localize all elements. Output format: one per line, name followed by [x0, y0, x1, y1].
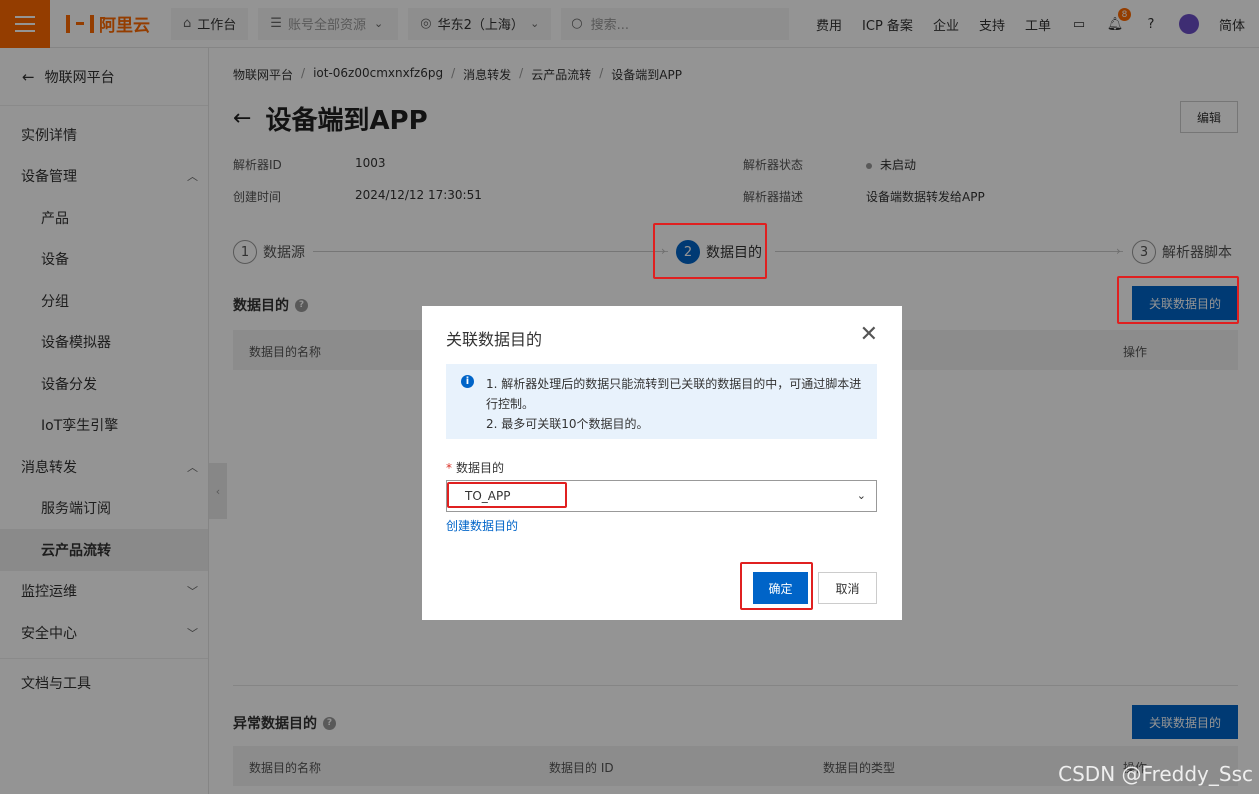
create-destination-link[interactable]: 创建数据目的: [446, 517, 518, 534]
field-label: * 数据目的: [446, 459, 504, 476]
notice-line: 1. 解析器处理后的数据只能流转到已关联的数据目的中，可通过脚本进: [486, 377, 862, 391]
notice-line: 2. 最多可关联10个数据目的。: [486, 417, 649, 431]
dialog-notice: i 1. 解析器处理后的数据只能流转到已关联的数据目的中，可通过脚本进 行控制。…: [446, 364, 877, 439]
info-icon: i: [461, 375, 474, 388]
link-destination-dialog: 关联数据目的 ✕ i 1. 解析器处理后的数据只能流转到已关联的数据目的中，可通…: [422, 306, 902, 620]
dialog-title: 关联数据目的: [446, 330, 543, 349]
highlight-box: [653, 223, 767, 279]
cancel-button[interactable]: 取消: [818, 572, 877, 604]
field-label-text: 数据目的: [456, 461, 505, 475]
close-icon[interactable]: ✕: [860, 324, 878, 346]
chevron-down-icon: ⌄: [856, 489, 866, 502]
highlight-box: [740, 562, 813, 610]
required-mark: *: [446, 461, 452, 475]
highlight-box: [447, 482, 567, 508]
highlight-box: [1117, 276, 1239, 324]
notice-line: 行控制。: [486, 397, 535, 411]
watermark: CSDN @Freddy_Ssc: [1058, 762, 1253, 786]
